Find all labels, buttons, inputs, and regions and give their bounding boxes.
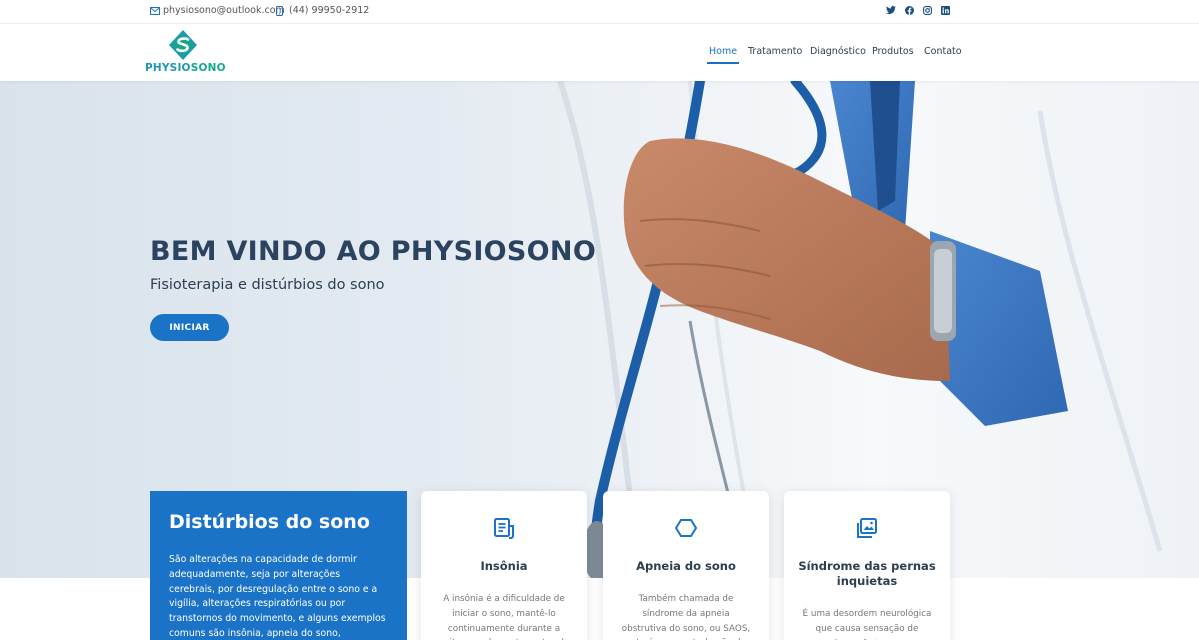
nav-tratamento[interactable]: Tratamento — [748, 46, 802, 57]
iniciar-button[interactable]: INICIAR — [150, 314, 229, 341]
instagram-icon[interactable] — [923, 6, 932, 15]
card-apneia[interactable]: Apneia do sono Também chamada de síndrom… — [603, 491, 769, 640]
twitter-icon[interactable] — [886, 6, 896, 15]
card-text: A insônia é a dificuldade de iniciar o s… — [439, 594, 570, 640]
email-text: physiosono@outlook.com — [163, 5, 285, 16]
intro-title: Distúrbios do sono — [169, 511, 370, 533]
email-contact[interactable]: physiosono@outlook.com — [150, 5, 285, 16]
logo-text: PHYSIOSONO — [145, 62, 226, 74]
logo[interactable]: PHYSIOSONO — [145, 30, 226, 76]
site-header: PHYSIOSONO Home Tratamento Diagnóstico P… — [0, 24, 1199, 81]
facebook-icon[interactable] — [905, 6, 914, 15]
active-underline — [707, 62, 740, 64]
hexagon-icon — [603, 517, 769, 539]
hero-title: BEM VINDO AO PHYSIOSONO — [150, 236, 597, 267]
card-pernas-inquietas[interactable]: Síndrome das pernas inquietas É uma deso… — [784, 491, 950, 640]
envelope-icon — [150, 6, 160, 15]
logo-mark-icon — [169, 30, 197, 60]
nav-home[interactable]: Home — [707, 46, 740, 64]
phone-contact[interactable]: (44) 99950-2912 — [276, 5, 369, 16]
nav-produtos[interactable]: Produtos — [872, 46, 914, 57]
nav-contato[interactable]: Contato — [924, 46, 962, 57]
intro-text: São alterações na capacidade de dormir a… — [169, 554, 386, 639]
card-title: Apneia do sono — [636, 559, 736, 573]
top-bar: physiosono@outlook.com (44) 99950-2912 — [0, 0, 1199, 24]
image-icon — [784, 517, 950, 539]
card-title: Insônia — [480, 559, 528, 573]
phone-text: (44) 99950-2912 — [289, 5, 370, 16]
card-title: Síndrome das pernas inquietas — [798, 559, 936, 588]
card-insonia[interactable]: Insônia A insônia é a dificuldade de ini… — [421, 491, 587, 640]
linkedin-icon[interactable] — [941, 6, 950, 15]
document-icon — [421, 517, 587, 539]
hero-subtitle: Fisioterapia e distúrbios do sono — [150, 277, 385, 293]
card-text: Também chamada de síndrome da apneia obs… — [621, 594, 751, 640]
phone-icon — [276, 5, 283, 16]
intro-card: Distúrbios do sono São alterações na cap… — [150, 491, 407, 640]
nav-diagnostico[interactable]: Diagnóstico — [810, 46, 866, 57]
card-text: É uma desordem neurológica que causa sen… — [802, 609, 932, 640]
